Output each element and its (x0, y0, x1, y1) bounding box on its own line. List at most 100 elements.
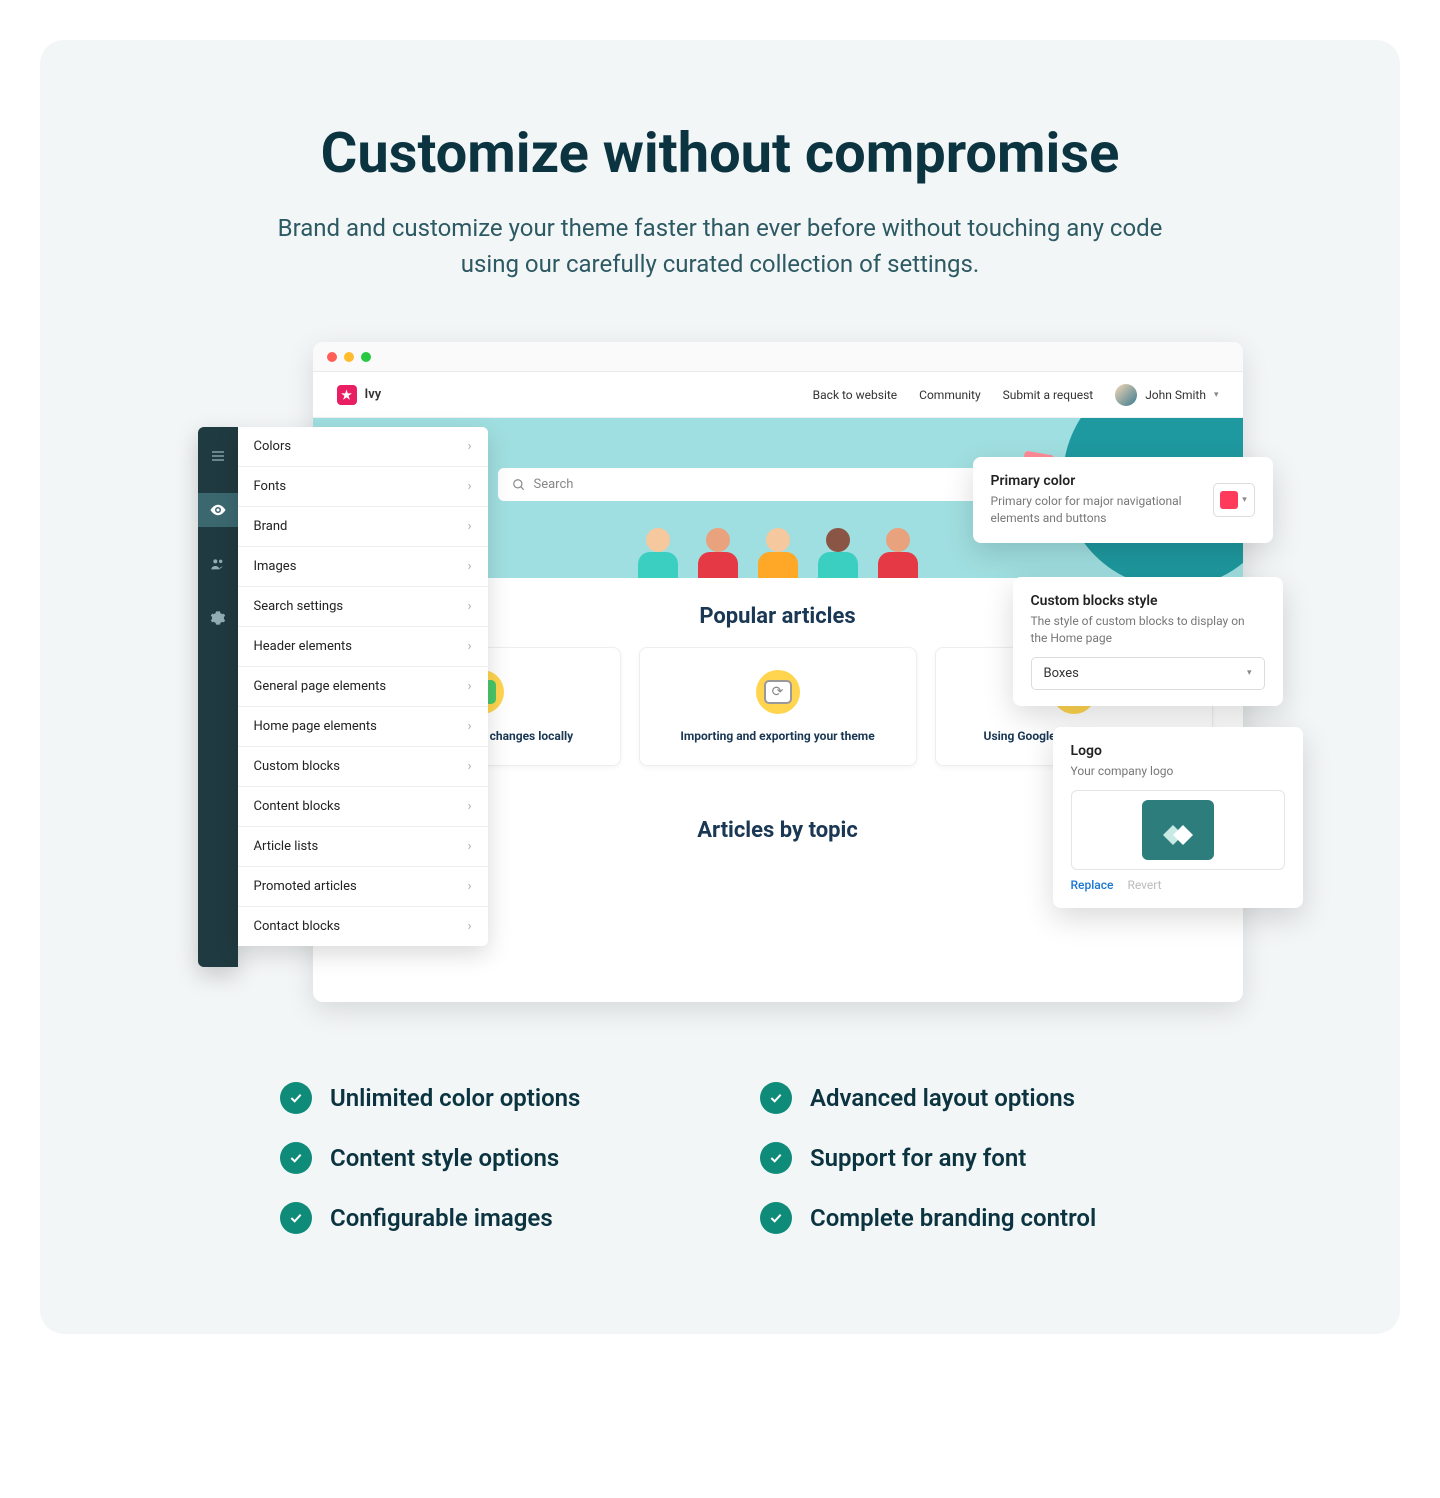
avatar (1115, 384, 1137, 406)
feature-label: Advanced layout options (810, 1084, 1075, 1112)
settings-item-header[interactable]: Header elements› (238, 627, 488, 667)
settings-item-article-lists[interactable]: Article lists› (238, 827, 488, 867)
settings-item-content-blocks[interactable]: Content blocks› (238, 787, 488, 827)
check-icon (760, 1082, 792, 1114)
feature-label: Configurable images (330, 1204, 553, 1232)
check-icon (280, 1142, 312, 1174)
logo-image (1142, 800, 1214, 860)
feature-label: Complete branding control (810, 1204, 1096, 1232)
settings-item-fonts[interactable]: Fonts› (238, 467, 488, 507)
settings-item-general[interactable]: General page elements› (238, 667, 488, 707)
rail-item-users[interactable] (198, 547, 238, 581)
popover-desc: Your company logo (1071, 763, 1285, 780)
rail-item-settings[interactable] (198, 601, 238, 635)
features-grid: Unlimited color options Advanced layout … (280, 1082, 1160, 1234)
popover-custom-blocks: Custom blocks style The style of custom … (1013, 577, 1283, 706)
feature-label: Content style options (330, 1144, 559, 1172)
card-title: Importing and exporting your theme (658, 728, 898, 745)
nav-links: Back to website Community Submit a reque… (813, 384, 1219, 406)
logo-actions: Replace Revert (1071, 878, 1285, 892)
settings-item-search[interactable]: Search settings› (238, 587, 488, 627)
user-name: John Smith (1145, 388, 1206, 402)
popover-title: Primary color (991, 473, 1201, 489)
eye-icon (209, 501, 227, 519)
check-icon (760, 1142, 792, 1174)
settings-item-contact[interactable]: Contact blocks› (238, 907, 488, 946)
rail-item-list[interactable] (198, 439, 238, 473)
popover-title: Logo (1071, 743, 1285, 759)
chevron-right-icon: › (468, 799, 472, 814)
feature-item: Advanced layout options (760, 1082, 1160, 1114)
check-icon (280, 1082, 312, 1114)
feature-item: Complete branding control (760, 1202, 1160, 1234)
blocks-style-select[interactable]: Boxes ▾ (1031, 657, 1265, 690)
chevron-right-icon: › (468, 839, 472, 854)
chevron-right-icon: › (468, 679, 472, 694)
brand-logo-icon: ★ (337, 385, 357, 405)
popover-desc: Primary color for major navigational ele… (991, 493, 1201, 527)
color-picker[interactable]: ▾ (1213, 483, 1255, 517)
check-icon (280, 1202, 312, 1234)
people-illustration (638, 528, 918, 578)
minimize-dot (344, 352, 354, 362)
nav-link-back[interactable]: Back to website (813, 388, 898, 402)
nav-link-community[interactable]: Community (919, 388, 980, 402)
settings-item-home[interactable]: Home page elements› (238, 707, 488, 747)
feature-label: Unlimited color options (330, 1084, 580, 1112)
popover-title: Custom blocks style (1031, 593, 1265, 609)
preview-composite: ★ Ivy Back to website Community Submit a… (198, 342, 1243, 1012)
logo-preview (1071, 790, 1285, 870)
list-icon (210, 448, 226, 464)
feature-item: Configurable images (280, 1202, 680, 1234)
gear-icon (210, 610, 226, 626)
chevron-right-icon: › (468, 439, 472, 454)
popover-logo: Logo Your company logo Replace Revert (1053, 727, 1303, 908)
rail-item-preview[interactable] (198, 493, 238, 527)
color-swatch-icon (1220, 491, 1238, 509)
settings-item-images[interactable]: Images› (238, 547, 488, 587)
chevron-right-icon: › (468, 879, 472, 894)
search-placeholder: Search (534, 477, 574, 492)
window-controls (313, 342, 1243, 372)
chevron-right-icon: › (468, 919, 472, 934)
user-menu[interactable]: John Smith ▾ (1115, 384, 1218, 406)
search-icon (512, 478, 526, 492)
popover-desc: The style of custom blocks to display on… (1031, 613, 1265, 647)
card-icon: ⟳ (754, 668, 802, 716)
chevron-right-icon: › (468, 719, 472, 734)
settings-item-custom-blocks[interactable]: Custom blocks› (238, 747, 488, 787)
chevron-right-icon: › (468, 599, 472, 614)
chevron-right-icon: › (468, 559, 472, 574)
settings-item-promoted[interactable]: Promoted articles› (238, 867, 488, 907)
logo-icon (1158, 815, 1198, 845)
settings-item-colors[interactable]: Colors› (238, 427, 488, 467)
chevron-down-icon: ▾ (1214, 390, 1219, 400)
nav-link-submit[interactable]: Submit a request (1003, 388, 1094, 402)
settings-item-brand[interactable]: Brand› (238, 507, 488, 547)
chevron-right-icon: › (468, 639, 472, 654)
brand[interactable]: ★ Ivy (337, 385, 382, 405)
feature-label: Support for any font (810, 1144, 1026, 1172)
marketing-card: Customize without compromise Brand and c… (40, 40, 1400, 1334)
close-dot (327, 352, 337, 362)
settings-rail (198, 427, 238, 967)
article-card[interactable]: ⟳ Importing and exporting your theme (639, 647, 917, 766)
chevron-down-icon: ▾ (1247, 668, 1252, 678)
feature-item: Unlimited color options (280, 1082, 680, 1114)
replace-link[interactable]: Replace (1071, 878, 1114, 892)
users-icon (210, 556, 226, 572)
chevron-right-icon: › (468, 519, 472, 534)
revert-link[interactable]: Revert (1127, 878, 1161, 892)
maximize-dot (361, 352, 371, 362)
feature-item: Support for any font (760, 1142, 1160, 1174)
settings-panel: Colors› Fonts› Brand› Images› Search set… (238, 427, 488, 946)
select-value: Boxes (1044, 666, 1079, 681)
brand-name: Ivy (365, 387, 382, 402)
chevron-right-icon: › (468, 759, 472, 774)
hero-subtitle: Brand and customize your theme faster th… (270, 210, 1170, 282)
chevron-down-icon: ▾ (1242, 495, 1247, 505)
hero-title: Customize without compromise (100, 120, 1340, 186)
feature-item: Content style options (280, 1142, 680, 1174)
site-navbar: ★ Ivy Back to website Community Submit a… (313, 372, 1243, 418)
chevron-right-icon: › (468, 479, 472, 494)
